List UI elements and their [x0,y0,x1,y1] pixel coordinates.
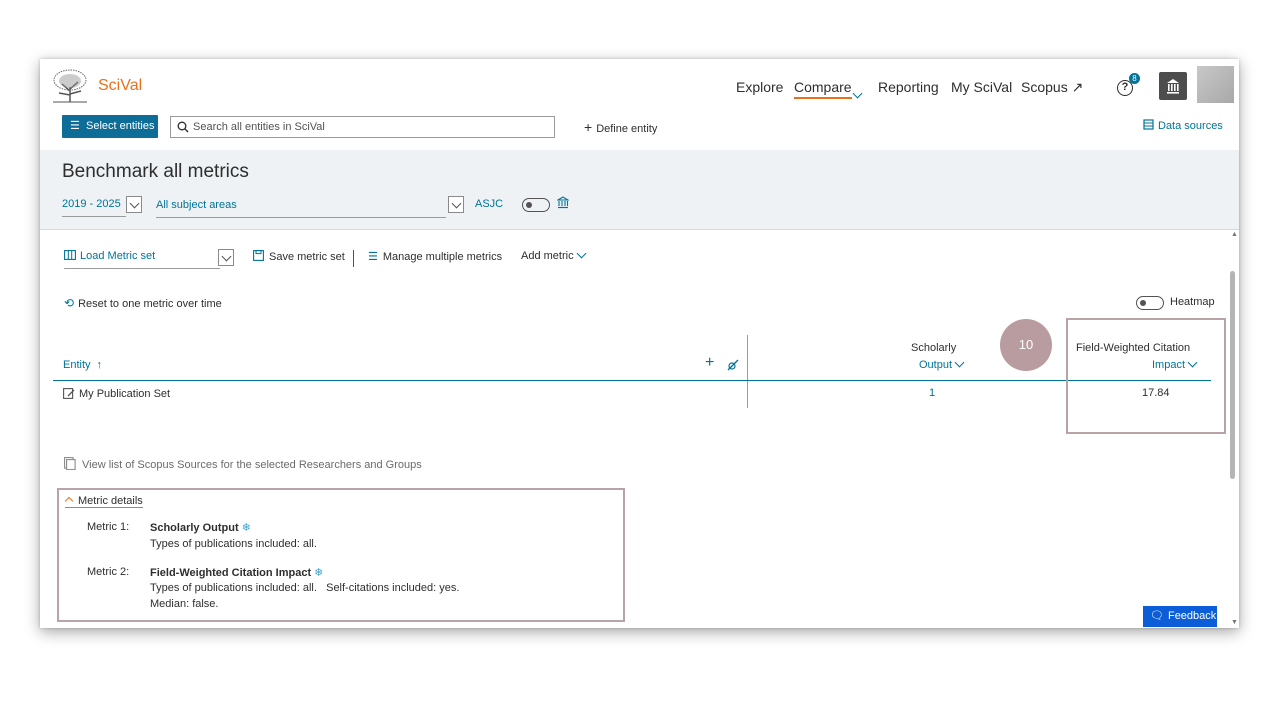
scroll-up-arrow[interactable]: ▲ [1231,231,1238,238]
scroll-down-arrow[interactable]: ▼ [1231,619,1238,626]
year-range-select[interactable]: 2019 - 2025 [62,195,126,217]
search-icon [177,121,189,133]
page-title: Benchmark all metrics [62,161,249,182]
metric-details-highlight-box [57,488,625,622]
plus-icon: + [584,119,593,135]
scholarly-output-sort-button[interactable]: Output [919,357,965,371]
nav-compare[interactable]: Compare [794,79,852,99]
year-range-dropdown-icon[interactable] [126,196,142,213]
add-metric-button[interactable]: Add metric [521,248,587,262]
metric-details-toggle[interactable]: Metric details [64,495,143,508]
metric-2-detail: Types of publications included: all. Sel… [150,582,460,594]
heatmap-label: Heatmap [1170,296,1215,308]
subject-area-select[interactable]: All subject areas [156,196,446,218]
institution-icon [1167,79,1179,94]
select-entities-button[interactable]: ☰ Select entities [62,115,158,138]
feedback-label: Feedback [1167,610,1217,622]
subject-area-dropdown-icon[interactable] [448,196,464,213]
entity-column-header[interactable]: Entity ↑ [63,359,102,371]
help-notification-badge: 8 [1129,73,1140,84]
database-icon [1143,119,1154,130]
metric-details-label: Metric details [78,495,143,507]
bulleted-list-icon: ☰ [368,251,378,263]
nav-compare-label: Compare [794,79,852,95]
feedback-button[interactable]: 🗨 Feedback [1143,606,1217,627]
step-number-badge: 10 [1000,319,1052,371]
search-input[interactable]: Search all entities in SciVal [170,116,555,138]
section-divider [40,229,1239,230]
asjc-label: ASJC [475,198,504,210]
fwci-highlight-box [1066,318,1226,434]
column-divider [747,335,748,408]
entity-header-label: Entity [63,359,91,371]
metric-2-label: Metric 2: [87,566,130,578]
document-icon [64,457,76,471]
manage-multiple-metrics-label: Manage multiple metrics [382,251,503,263]
metric-1-detail: Types of publications included: all. [150,538,317,550]
scopus-sources-link[interactable]: View list of Scopus Sources for the sele… [64,457,422,471]
scholarly-output-header-line1: Scholarly [911,342,957,354]
clear-sort-icon[interactable] [726,358,740,372]
load-metric-set-label: Load Metric set [80,250,156,262]
nav-my-scival[interactable]: My SciVal [951,79,1012,95]
institution-outline-icon[interactable] [557,196,569,209]
reset-metric-button[interactable]: ⟲ Reset to one metric over time [64,296,222,310]
load-metric-set-select[interactable]: Load Metric set [64,250,220,269]
select-entities-label: Select entities [86,120,155,132]
metric-2-median: Median: false. [150,598,219,610]
nav-reporting[interactable]: Reporting [878,79,939,95]
define-entity-button[interactable]: + Define entity [584,119,657,135]
save-icon [253,250,264,261]
user-avatar[interactable] [1197,66,1234,103]
metric-2-title: Field-Weighted Citation Impact ❄ [150,566,323,579]
table-header-rule [53,380,1211,381]
save-metric-set-label: Save metric set [269,251,345,263]
scival-brand[interactable]: SciVal [98,77,142,95]
metric-1-title: Scholarly Output ❄ [150,521,251,534]
add-entity-icon[interactable]: + [705,354,714,372]
institution-button[interactable] [1159,72,1187,100]
scholarly-output-value[interactable]: 1 [929,387,935,399]
list-icon: ☰ [70,120,80,132]
chevron-down-icon [576,248,587,259]
heatmap-toggle[interactable] [1136,296,1164,310]
manage-multiple-metrics-button[interactable]: ☰ Manage multiple metrics [368,250,502,263]
reset-metric-label: Reset to one metric over time [78,298,222,310]
subject-area-value: All subject areas [156,199,237,211]
chat-icon: 🗨 [1150,610,1164,622]
chevron-up-icon [64,496,74,506]
asjc-toggle[interactable] [522,198,550,212]
save-metric-set-button[interactable]: Save metric set [253,250,345,263]
data-sources-button[interactable]: Data sources [1143,119,1223,132]
scival-window: SciVal Explore Compare Reporting My SciV… [40,59,1239,628]
nav-explore[interactable]: Explore [736,79,783,95]
load-metric-set-dropdown-icon[interactable] [218,249,234,266]
chevron-down-icon [852,88,863,99]
scholarly-output-header-line2: Output [919,359,953,371]
columns-icon [64,250,76,260]
metric-1-name: Scholarly Output [150,522,239,534]
scopus-sources-label: View list of Scopus Sources for the sele… [82,459,422,471]
entity-name: My Publication Set [79,388,171,400]
nav-scopus[interactable]: Scopus ↗ [1021,79,1083,96]
toolbar-divider [353,250,354,267]
scrollbar-thumb[interactable] [1230,271,1235,479]
publication-set-icon [63,388,75,399]
reset-icon: ⟲ [64,296,75,310]
metric-2-name: Field-Weighted Citation Impact [150,567,312,579]
snowflake-icon: ❄ [314,567,324,579]
search-placeholder: Search all entities in SciVal [193,121,325,133]
define-entity-label: Define entity [596,123,658,135]
table-row[interactable]: My Publication Set [63,387,170,400]
data-sources-label: Data sources [1158,120,1223,132]
add-metric-label: Add metric [521,250,574,262]
snowflake-icon: ❄ [241,522,251,534]
arrow-up-icon: ↑ [96,359,103,371]
chevron-down-icon [954,357,965,368]
elsevier-tree-logo[interactable] [51,69,89,103]
year-range-value: 2019 - 2025 [62,198,121,210]
metric-1-label: Metric 1: [87,521,130,533]
